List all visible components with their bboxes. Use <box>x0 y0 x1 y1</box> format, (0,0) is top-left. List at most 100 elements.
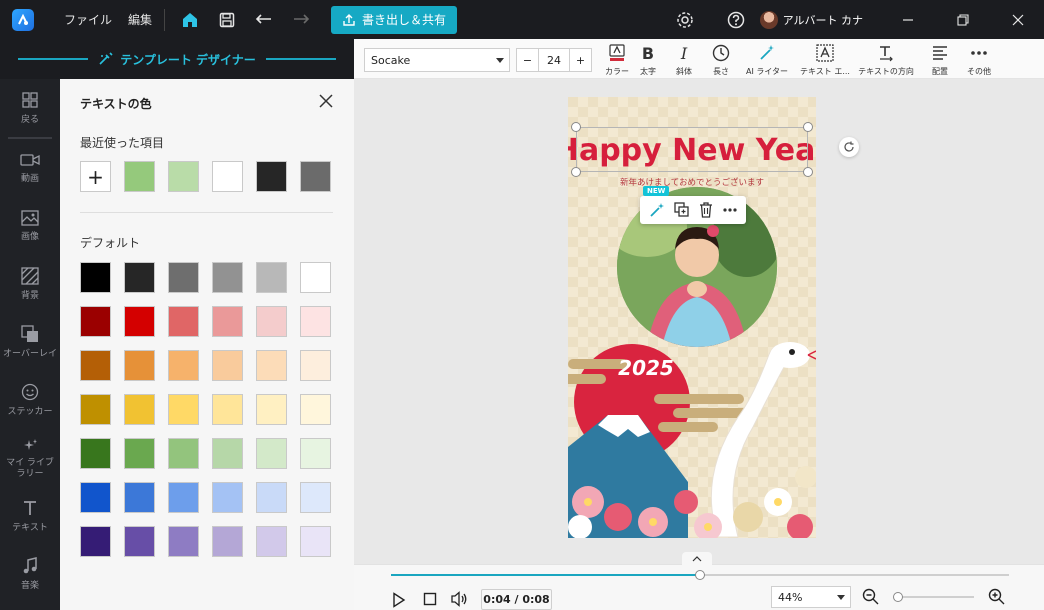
font-size-value[interactable]: 24 <box>539 49 569 71</box>
restore-icon[interactable] <box>951 8 975 32</box>
default-color-swatch[interactable] <box>212 350 243 381</box>
recent-color-swatch[interactable] <box>168 161 199 192</box>
card-subtitle[interactable]: 新年あけましておめでとうございます <box>620 177 764 188</box>
zoom-in-icon[interactable] <box>988 588 1005 608</box>
default-color-swatch[interactable] <box>300 438 331 469</box>
default-color-swatch[interactable] <box>124 350 155 381</box>
text-selection-box[interactable] <box>576 127 808 172</box>
default-color-swatch[interactable] <box>300 306 331 337</box>
default-color-swatch[interactable] <box>168 306 199 337</box>
default-color-swatch[interactable] <box>124 394 155 425</box>
recent-color-swatch[interactable] <box>124 161 155 192</box>
ai-magic-wand-icon[interactable] <box>649 202 665 218</box>
settings-gear-icon[interactable] <box>673 8 697 32</box>
redo-icon[interactable] <box>289 8 313 32</box>
default-color-swatch[interactable] <box>80 482 111 513</box>
default-color-swatch[interactable] <box>80 262 111 293</box>
delete-trash-icon[interactable] <box>699 202 713 218</box>
duplicate-icon[interactable] <box>673 202 690 218</box>
default-color-swatch[interactable] <box>212 482 243 513</box>
default-color-swatch[interactable] <box>168 394 199 425</box>
italic-button[interactable]: I 斜体 <box>672 43 696 77</box>
default-color-swatch[interactable] <box>124 306 155 337</box>
default-color-swatch[interactable] <box>300 262 331 293</box>
sidebar-item-text[interactable]: テキスト <box>0 487 60 545</box>
default-color-swatch[interactable] <box>212 526 243 557</box>
text-color-button[interactable]: カラー <box>604 43 630 77</box>
play-icon[interactable] <box>392 592 406 610</box>
default-color-swatch[interactable] <box>256 306 287 337</box>
text-direction-button[interactable]: テキストの方向 <box>856 43 916 77</box>
add-color-button[interactable]: + <box>80 161 111 192</box>
default-color-swatch[interactable] <box>212 262 243 293</box>
default-color-swatch[interactable] <box>300 526 331 557</box>
default-color-swatch[interactable] <box>300 482 331 513</box>
default-color-swatch[interactable] <box>256 526 287 557</box>
rotate-icon[interactable] <box>839 137 859 157</box>
playhead-handle[interactable] <box>695 570 705 580</box>
close-window-icon[interactable] <box>1006 8 1030 32</box>
sidebar-item-image[interactable]: 画像 <box>0 197 60 255</box>
sidebar-item-sticker[interactable]: ステッカー <box>0 371 60 429</box>
default-color-swatch[interactable] <box>256 262 287 293</box>
default-color-swatch[interactable] <box>80 350 111 381</box>
zoom-select[interactable]: 44% <box>771 586 851 608</box>
default-color-swatch[interactable] <box>168 438 199 469</box>
default-color-swatch[interactable] <box>80 306 111 337</box>
ai-writer-button[interactable]: AI ライター <box>744 43 790 77</box>
zoom-slider[interactable] <box>893 592 974 602</box>
font-size-decrease-button[interactable]: − <box>517 49 539 71</box>
text-effect-button[interactable]: テキスト エ... <box>800 43 850 77</box>
help-icon[interactable] <box>724 8 748 32</box>
timeline-track[interactable] <box>391 570 1009 580</box>
volume-icon[interactable] <box>450 591 468 610</box>
default-color-swatch[interactable] <box>124 482 155 513</box>
default-color-swatch[interactable] <box>300 394 331 425</box>
sidebar-item-library[interactable]: マイ ライブラリー <box>0 429 60 487</box>
duration-button[interactable]: 長さ <box>709 43 733 77</box>
recent-color-swatch[interactable] <box>256 161 287 192</box>
default-color-swatch[interactable] <box>124 438 155 469</box>
resize-handle[interactable] <box>571 167 581 177</box>
default-color-swatch[interactable] <box>300 350 331 381</box>
avatar[interactable] <box>759 10 778 29</box>
more-button[interactable]: その他 <box>964 43 994 77</box>
default-color-swatch[interactable] <box>168 350 199 381</box>
default-color-swatch[interactable] <box>80 438 111 469</box>
default-color-swatch[interactable] <box>212 306 243 337</box>
default-color-swatch[interactable] <box>124 262 155 293</box>
recent-color-swatch[interactable] <box>300 161 331 192</box>
minimize-icon[interactable] <box>896 8 920 32</box>
default-color-swatch[interactable] <box>256 350 287 381</box>
sidebar-item-overlay[interactable]: オーバーレイ <box>0 313 60 371</box>
home-icon[interactable] <box>178 8 202 32</box>
font-family-select[interactable]: Socake <box>364 48 510 72</box>
default-color-swatch[interactable] <box>80 526 111 557</box>
menu-file[interactable]: ファイル <box>64 11 112 28</box>
zoom-slider-handle[interactable] <box>893 592 903 602</box>
more-options-icon[interactable] <box>722 207 738 213</box>
chevron-up-icon[interactable] <box>682 552 712 565</box>
undo-icon[interactable] <box>252 8 276 32</box>
close-icon[interactable] <box>318 93 334 109</box>
sidebar-item-background[interactable]: 背景 <box>0 255 60 313</box>
sidebar-item-video[interactable]: 動画 <box>0 139 60 197</box>
sidebar-item-music[interactable]: 音楽 <box>0 545 60 603</box>
resize-handle[interactable] <box>571 122 581 132</box>
menu-edit[interactable]: 編集 <box>128 11 152 28</box>
default-color-swatch[interactable] <box>256 482 287 513</box>
default-color-swatch[interactable] <box>212 438 243 469</box>
sidebar-item-back[interactable]: 戻る <box>0 79 60 137</box>
default-color-swatch[interactable] <box>124 526 155 557</box>
bold-button[interactable]: B 太字 <box>636 43 660 77</box>
default-color-swatch[interactable] <box>256 394 287 425</box>
align-button[interactable]: 配置 <box>928 43 952 77</box>
default-color-swatch[interactable] <box>168 482 199 513</box>
default-color-swatch[interactable] <box>168 262 199 293</box>
zoom-out-icon[interactable] <box>862 588 879 608</box>
recent-color-swatch[interactable] <box>212 161 243 192</box>
default-color-swatch[interactable] <box>212 394 243 425</box>
stop-icon[interactable] <box>423 592 437 609</box>
resize-handle[interactable] <box>803 122 813 132</box>
save-icon[interactable] <box>215 8 239 32</box>
